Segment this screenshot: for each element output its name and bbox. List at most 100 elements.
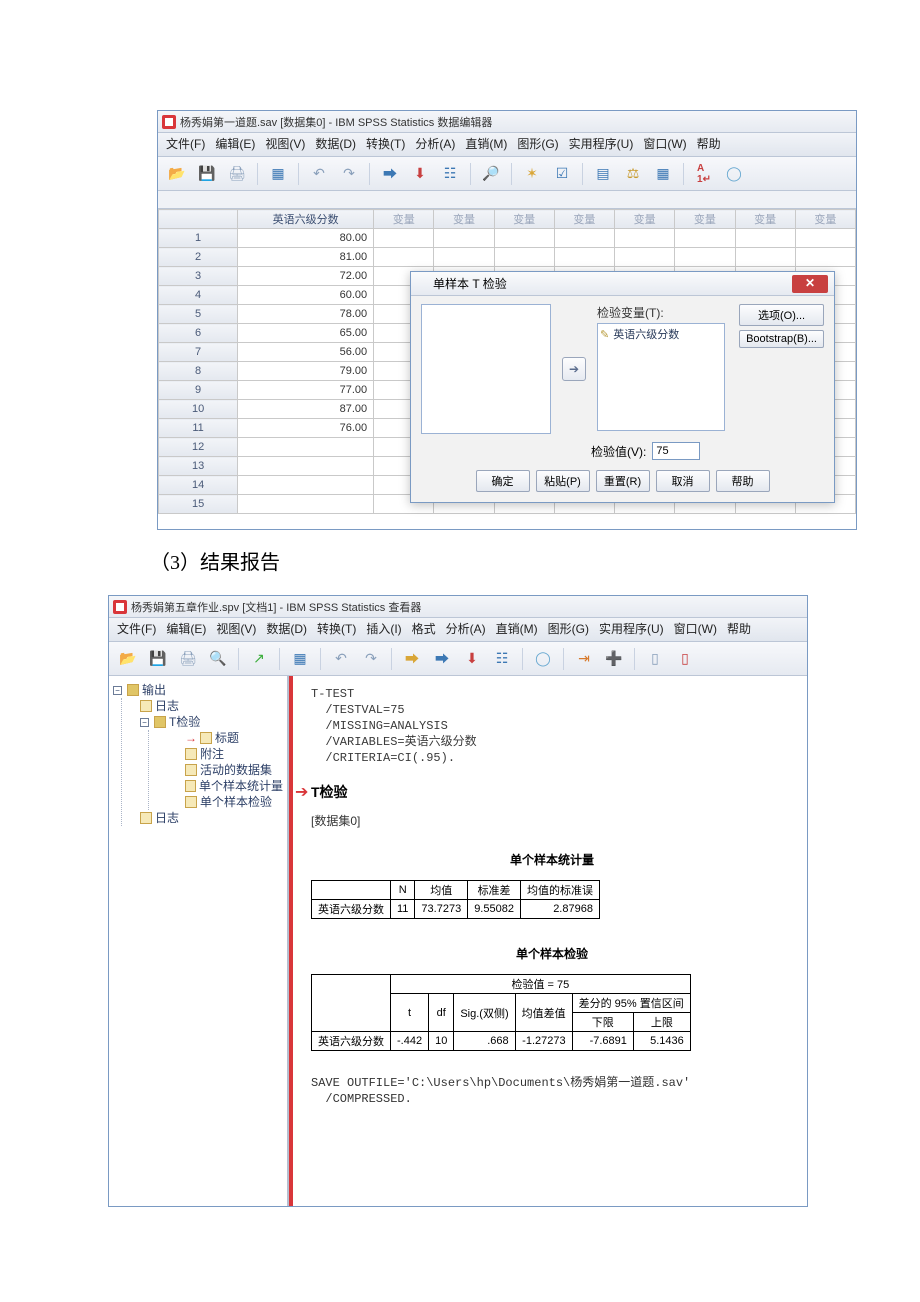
column-header-empty[interactable]: 变量 — [374, 210, 434, 229]
open-icon[interactable]: 📂 — [164, 161, 190, 187]
source-variable-list[interactable] — [421, 304, 551, 434]
vmenu-file[interactable]: 文件(F) — [117, 620, 156, 637]
row-header[interactable]: 3 — [159, 267, 238, 286]
menu-analyze[interactable]: 分析(A) — [415, 135, 455, 152]
test-variable-item[interactable]: 英语六级分数 — [600, 326, 722, 342]
globe-icon[interactable]: ◯ — [721, 161, 747, 187]
select-last-icon[interactable]: ⇥ — [571, 646, 597, 672]
outline-ttest[interactable]: T检验 — [169, 714, 200, 730]
data-cell[interactable] — [238, 495, 374, 514]
outline-output[interactable]: 输出 — [142, 682, 166, 698]
data-cell[interactable]: 65.00 — [238, 324, 374, 343]
vmenu-edit[interactable]: 编辑(E) — [166, 620, 206, 637]
save-icon[interactable]: 💾 — [194, 161, 220, 187]
collapse-icon[interactable]: − — [140, 718, 149, 727]
data-cell[interactable]: 60.00 — [238, 286, 374, 305]
data-cell[interactable] — [238, 438, 374, 457]
empty-cell[interactable] — [615, 248, 675, 267]
empty-cell[interactable] — [494, 229, 554, 248]
globe-icon[interactable]: ◯ — [530, 646, 556, 672]
outline-test[interactable]: 单个样本检验 — [200, 794, 272, 810]
data-cell[interactable]: 87.00 — [238, 400, 374, 419]
outline-title[interactable]: 标题 — [215, 730, 239, 746]
move-right-button[interactable]: ➔ — [562, 357, 586, 381]
row-header[interactable]: 12 — [159, 438, 238, 457]
outline-log[interactable]: 日志 — [155, 698, 179, 714]
menu-utilities[interactable]: 实用程序(U) — [569, 135, 634, 152]
empty-cell[interactable] — [675, 248, 735, 267]
row-header[interactable]: 14 — [159, 476, 238, 495]
menu-view[interactable]: 视图(V) — [265, 135, 305, 152]
recall-dialog-icon[interactable]: ▦ — [287, 646, 313, 672]
menu-directmarketing[interactable]: 直销(M) — [465, 135, 507, 152]
empty-cell[interactable] — [434, 248, 494, 267]
redo-icon[interactable]: ↷ — [336, 161, 362, 187]
data-cell[interactable]: 76.00 — [238, 419, 374, 438]
page-red-icon[interactable]: ▯ — [672, 646, 698, 672]
cancel-button[interactable]: 取消 — [656, 470, 710, 492]
outline-log2[interactable]: 日志 — [155, 810, 179, 826]
empty-cell[interactable] — [434, 229, 494, 248]
column-header-empty[interactable]: 变量 — [494, 210, 554, 229]
empty-cell[interactable] — [795, 229, 855, 248]
data-cell[interactable] — [238, 457, 374, 476]
select-cases-icon[interactable]: ☑ — [549, 161, 575, 187]
empty-cell[interactable] — [374, 229, 434, 248]
vmenu-analyze[interactable]: 分析(A) — [446, 620, 486, 637]
test-value-input[interactable] — [652, 442, 700, 460]
row-header[interactable]: 6 — [159, 324, 238, 343]
weight-cases-icon[interactable]: ▤ — [590, 161, 616, 187]
empty-cell[interactable] — [615, 229, 675, 248]
reset-button[interactable]: 重置(R) — [596, 470, 650, 492]
bootstrap-button[interactable]: Bootstrap(B)... — [739, 330, 824, 348]
goto-var-icon[interactable]: ⬇ — [407, 161, 433, 187]
recall-dialog-icon[interactable]: ▦ — [265, 161, 291, 187]
collapse-icon[interactable]: − — [113, 686, 122, 695]
vmenu-window[interactable]: 窗口(W) — [674, 620, 717, 637]
undo-icon[interactable]: ↶ — [306, 161, 332, 187]
menu-help[interactable]: 帮助 — [697, 135, 721, 152]
vmenu-directmarketing[interactable]: 直销(M) — [496, 620, 538, 637]
empty-cell[interactable] — [554, 248, 614, 267]
outline-notes[interactable]: 附注 — [200, 746, 224, 762]
vmenu-utilities[interactable]: 实用程序(U) — [599, 620, 664, 637]
scale-icon[interactable]: ⚖ — [620, 161, 646, 187]
value-labels-icon[interactable]: ▦ — [650, 161, 676, 187]
outline-active-dataset[interactable]: 活动的数据集 — [200, 762, 272, 778]
row-header[interactable]: 4 — [159, 286, 238, 305]
row-header[interactable]: 8 — [159, 362, 238, 381]
vmenu-format[interactable]: 格式 — [412, 620, 436, 637]
data-cell[interactable]: 56.00 — [238, 343, 374, 362]
options-button[interactable]: 选项(O)... — [739, 304, 824, 326]
empty-cell[interactable] — [374, 248, 434, 267]
vmenu-graphs[interactable]: 图形(G) — [548, 620, 589, 637]
column-header-empty[interactable]: 变量 — [434, 210, 494, 229]
goto-var-icon[interactable]: ⬇ — [459, 646, 485, 672]
outline-stats[interactable]: 单个样本统计量 — [199, 778, 283, 794]
column-header-empty[interactable]: 变量 — [735, 210, 795, 229]
row-header[interactable]: 1 — [159, 229, 238, 248]
data-cell[interactable]: 79.00 — [238, 362, 374, 381]
preview-icon[interactable]: 🔍 — [205, 646, 231, 672]
redo-icon[interactable]: ↷ — [358, 646, 384, 672]
cell-editor-bar[interactable] — [158, 191, 856, 209]
export-icon[interactable]: ↗ — [246, 646, 272, 672]
paste-button[interactable]: 粘贴(P) — [536, 470, 590, 492]
row-header[interactable]: 10 — [159, 400, 238, 419]
data-editor-menubar[interactable]: 文件(F) 编辑(E) 视图(V) 数据(D) 转换(T) 分析(A) 直销(M… — [158, 133, 856, 157]
data-cell[interactable]: 77.00 — [238, 381, 374, 400]
row-header[interactable]: 13 — [159, 457, 238, 476]
print-icon[interactable]: 🖨 — [175, 646, 201, 672]
split-file-icon[interactable]: ✶ — [519, 161, 545, 187]
column-header-var1[interactable]: 英语六级分数 — [238, 210, 374, 229]
empty-cell[interactable] — [735, 229, 795, 248]
vmenu-insert[interactable]: 插入(I) — [366, 620, 401, 637]
row-header[interactable]: 11 — [159, 419, 238, 438]
vmenu-data[interactable]: 数据(D) — [266, 620, 307, 637]
vmenu-help[interactable]: 帮助 — [727, 620, 751, 637]
ok-button[interactable]: 确定 — [476, 470, 530, 492]
menu-graphs[interactable]: 图形(G) — [517, 135, 558, 152]
help-button[interactable]: 帮助 — [716, 470, 770, 492]
empty-cell[interactable] — [795, 248, 855, 267]
data-cell[interactable]: 81.00 — [238, 248, 374, 267]
